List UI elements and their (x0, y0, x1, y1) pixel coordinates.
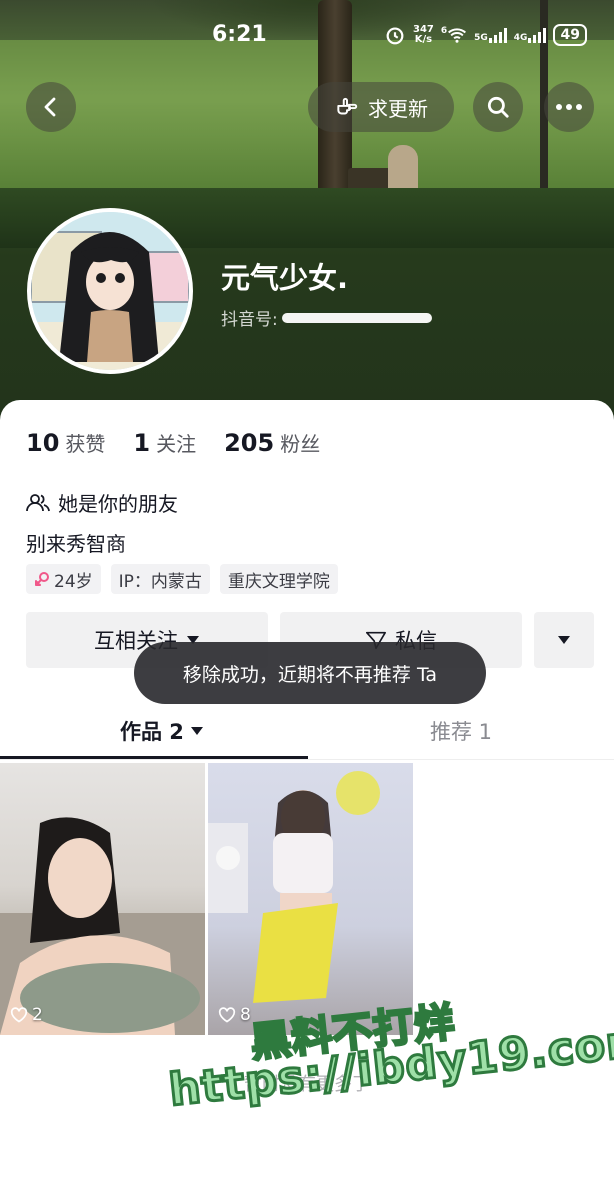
tag-age: 24岁 (26, 564, 101, 594)
douyin-id[interactable]: 抖音号: (221, 305, 432, 330)
status-icons: 347 K/s 6 5G 4G 49 (384, 22, 587, 48)
back-button[interactable] (26, 82, 76, 132)
tab-underline (0, 756, 308, 759)
chevron-left-icon (44, 97, 56, 117)
more-actions-button[interactable] (534, 612, 594, 668)
stat-following[interactable]: 1 关注 (133, 428, 196, 457)
heart-icon (218, 1007, 236, 1023)
status-bar: 6:21 347 K/s 6 5G 4G 49 (0, 0, 614, 70)
douyin-id-redaction (281, 312, 432, 323)
wifi-icon: 6 (441, 26, 467, 44)
profile-tags: 24岁 IP：内蒙古 重庆文理学院 (26, 564, 338, 594)
avatar-illustration (31, 212, 189, 370)
more-dots-icon (556, 104, 582, 110)
tab-recommend[interactable]: 推荐 1 (430, 716, 492, 746)
content-tabs: 作品 2 推荐 1 (0, 700, 614, 760)
tab-works[interactable]: 作品 2 (120, 716, 204, 746)
search-button[interactable] (473, 82, 523, 132)
signal-4g-icon: 4G (514, 27, 547, 43)
net-speed: 347 K/s (413, 24, 434, 45)
tag-ip: IP：内蒙古 (110, 564, 210, 594)
video-thumbnail-image (0, 817, 205, 1035)
friends-icon (26, 493, 50, 511)
video-likes: 2 (10, 1005, 43, 1025)
video-thumbnail[interactable]: 8 (208, 763, 413, 1035)
stat-followers[interactable]: 205 粉丝 (224, 428, 320, 457)
profile-stats: 10 获赞 1 关注 205 粉丝 (26, 428, 320, 457)
more-button[interactable] (544, 82, 594, 132)
toast-message: 移除成功，近期将不再推荐 Ta (134, 642, 486, 704)
search-icon (487, 96, 509, 118)
caret-down-icon (558, 636, 570, 644)
video-thumbnail[interactable]: 2 (0, 763, 205, 1035)
tag-school[interactable]: 重庆文理学院 (219, 564, 338, 594)
friend-relation: 她是你的朋友 (26, 488, 178, 517)
battery-indicator: 49 (553, 24, 587, 46)
video-likes: 8 (218, 1005, 251, 1025)
friend-relation-text: 她是你的朋友 (58, 492, 178, 516)
caret-down-icon (190, 727, 203, 735)
request-update-label: 求更新 (368, 96, 428, 121)
video-thumbnail-image (208, 771, 380, 1003)
avatar[interactable] (27, 208, 193, 374)
female-icon (35, 572, 49, 586)
alarm-icon (386, 27, 404, 45)
video-grid: 2 8 (0, 763, 413, 1035)
profile-bio: 别来秀智商 (26, 532, 126, 556)
pointing-hand-icon (337, 97, 358, 115)
status-time: 6:21 (212, 22, 267, 47)
request-update-button[interactable]: 求更新 (308, 82, 454, 132)
stat-likes[interactable]: 10 获赞 (26, 428, 105, 457)
profile-nickname: 元气少女. (221, 261, 349, 295)
heart-icon (10, 1007, 28, 1023)
douyin-id-label: 抖音号: (221, 310, 278, 330)
signal-5g-icon: 5G (474, 27, 507, 43)
